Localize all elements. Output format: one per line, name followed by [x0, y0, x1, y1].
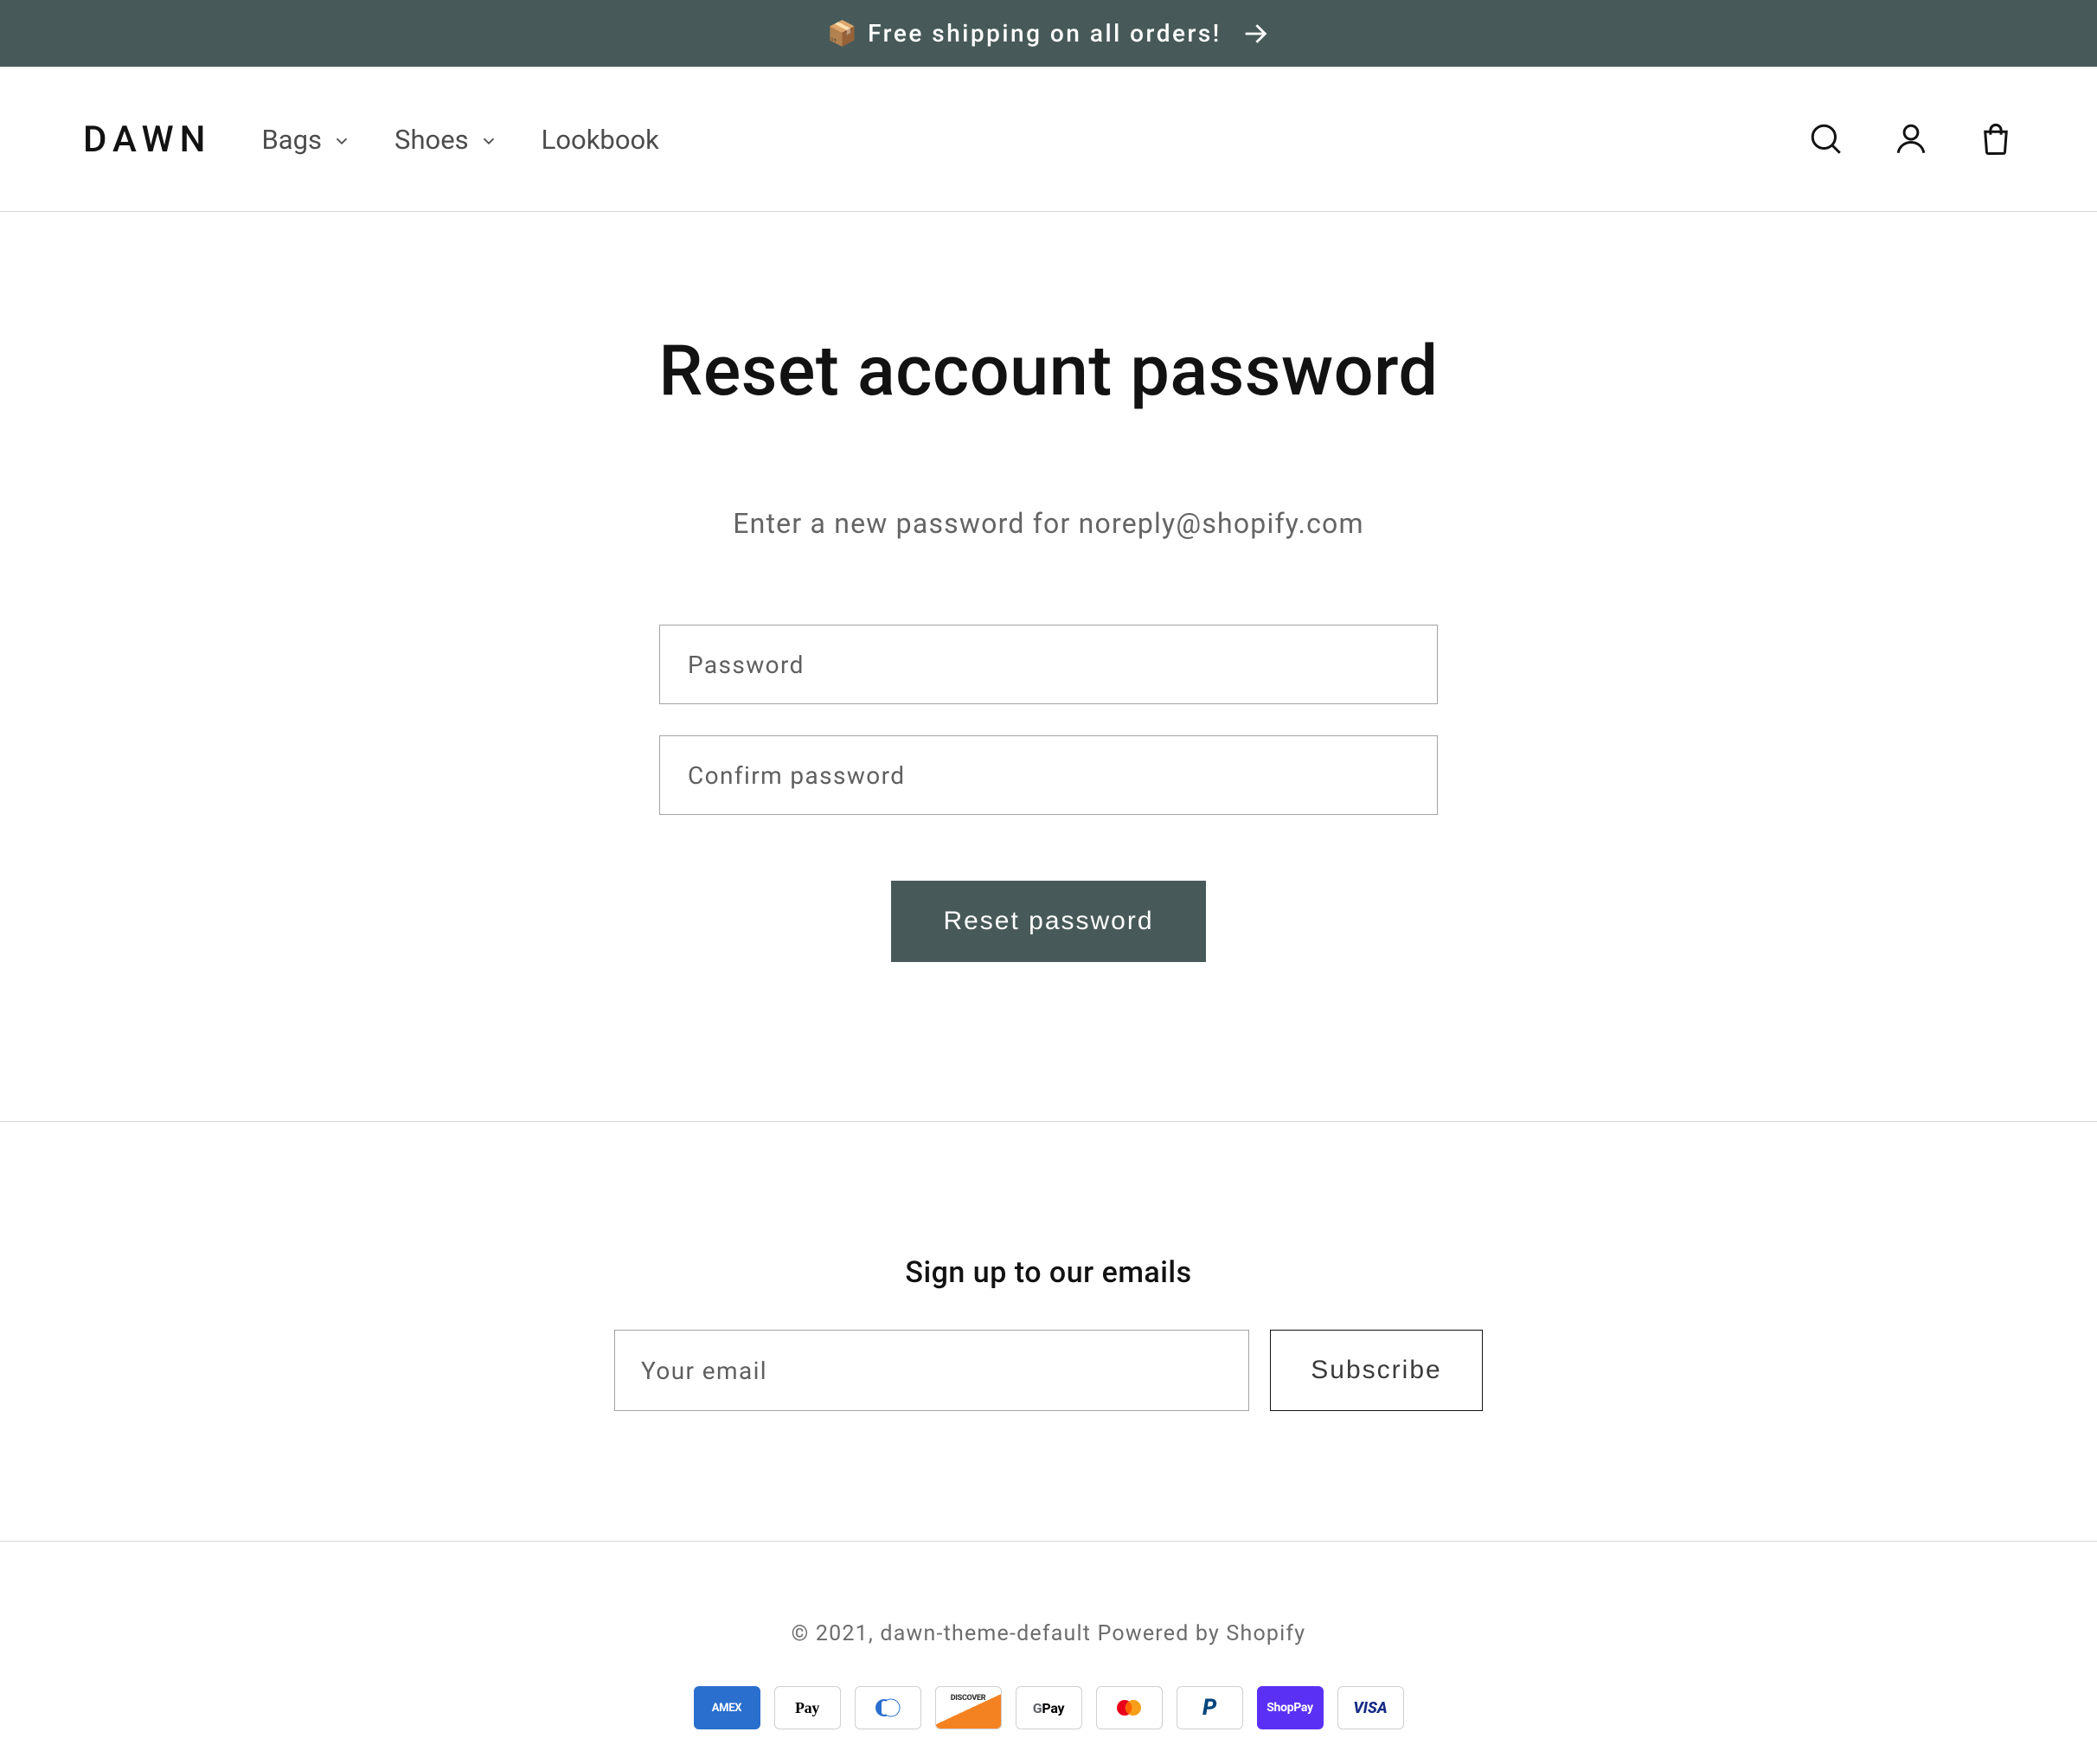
announcement-text: 📦 Free shipping on all orders!: [827, 19, 1221, 48]
header-icons: [1808, 121, 2014, 157]
reset-password-button[interactable]: Reset password: [891, 881, 1205, 962]
arrow-right-icon: [1241, 19, 1270, 48]
chevron-down-icon: [332, 131, 351, 151]
nav-bags-label: Bags: [261, 124, 322, 156]
password-field[interactable]: Password: [659, 625, 1438, 704]
nav-shoes-label: Shoes: [394, 124, 469, 156]
logo[interactable]: DAWN: [83, 119, 211, 161]
newsletter-title: Sign up to our emails: [905, 1255, 1191, 1290]
payment-visa-icon: VISA: [1337, 1686, 1404, 1729]
site-header: DAWN Bags Shoes Lookbook: [0, 67, 2097, 212]
email-field[interactable]: Your email: [614, 1330, 1249, 1411]
payment-mastercard-icon: [1096, 1686, 1163, 1729]
payment-methods: AMEX Pay DISCOVER G Pay P ShopPay VISA: [694, 1686, 1404, 1729]
nav-lookbook[interactable]: Lookbook: [542, 124, 659, 156]
payment-diners-icon: [855, 1686, 921, 1729]
email-placeholder: Your email: [641, 1357, 767, 1385]
nav-shoes[interactable]: Shoes: [394, 124, 498, 156]
primary-nav: Bags Shoes Lookbook: [261, 124, 658, 156]
cart-button[interactable]: [1978, 121, 2014, 157]
intro-text: Enter a new password for noreply@shopify…: [733, 507, 1364, 540]
search-icon: [1808, 121, 1844, 157]
announcement-bar[interactable]: 📦 Free shipping on all orders!: [0, 0, 2097, 67]
main-content: Reset account password Enter a new passw…: [0, 212, 2097, 1121]
nav-bags[interactable]: Bags: [261, 124, 351, 156]
user-icon: [1893, 121, 1929, 157]
newsletter-section: Sign up to our emails Your email Subscri…: [0, 1121, 2097, 1541]
confirm-password-field[interactable]: Confirm password: [659, 735, 1438, 815]
password-label: Password: [688, 651, 805, 679]
payment-discover-icon: DISCOVER: [935, 1686, 1002, 1729]
copyright-text: © 2021, dawn-theme-default Powered by Sh…: [792, 1621, 1306, 1646]
confirm-password-label: Confirm password: [688, 761, 905, 790]
subscribe-button[interactable]: Subscribe: [1270, 1330, 1483, 1411]
payment-applepay-icon: Pay: [774, 1686, 841, 1729]
bag-icon: [1978, 121, 2014, 157]
nav-lookbook-label: Lookbook: [542, 124, 659, 156]
payment-shoppay-icon: ShopPay: [1257, 1686, 1324, 1729]
payment-paypal-icon: P: [1177, 1686, 1243, 1729]
site-footer: © 2021, dawn-theme-default Powered by Sh…: [0, 1541, 2097, 1764]
account-button[interactable]: [1893, 121, 1929, 157]
newsletter-form: Your email Subscribe: [614, 1330, 1483, 1411]
search-button[interactable]: [1808, 121, 1844, 157]
payment-googlepay-icon: G Pay: [1016, 1686, 1082, 1729]
payment-amex-icon: AMEX: [694, 1686, 760, 1729]
page-title: Reset account password: [658, 330, 1438, 412]
chevron-down-icon: [479, 131, 498, 151]
